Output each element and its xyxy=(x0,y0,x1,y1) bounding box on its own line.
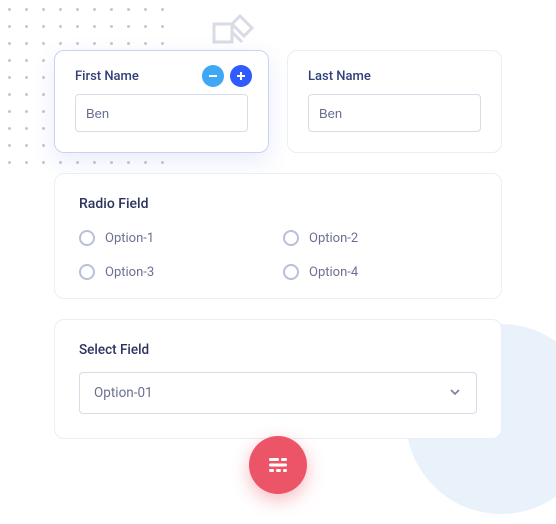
add-field-button[interactable] xyxy=(230,65,252,87)
radio-field-card: Radio Field Option-1 Option-2 Option-3 O… xyxy=(54,173,502,299)
select-value: Option-01 xyxy=(94,385,153,401)
form-fab-button[interactable] xyxy=(249,436,307,494)
radio-option-label: Option-1 xyxy=(105,231,154,246)
select-field-title: Select Field xyxy=(79,342,477,358)
radio-circle-icon xyxy=(79,264,95,280)
last-name-card: Last Name xyxy=(287,50,502,153)
radio-circle-icon xyxy=(283,264,299,280)
plus-icon xyxy=(236,71,246,81)
radio-option-label: Option-3 xyxy=(105,265,154,280)
radio-field-title: Radio Field xyxy=(79,196,477,212)
radio-option-3[interactable]: Option-3 xyxy=(79,264,273,280)
last-name-input[interactable] xyxy=(308,94,481,132)
chevron-down-icon xyxy=(448,384,462,403)
last-name-label: Last Name xyxy=(308,69,481,84)
remove-field-button[interactable] xyxy=(202,65,224,87)
form-layout-icon xyxy=(265,452,291,478)
select-dropdown[interactable]: Option-01 xyxy=(79,372,477,414)
radio-option-4[interactable]: Option-4 xyxy=(283,264,477,280)
radio-option-label: Option-4 xyxy=(309,265,358,280)
radio-option-2[interactable]: Option-2 xyxy=(283,230,477,246)
first-name-input[interactable] xyxy=(75,94,248,132)
radio-option-label: Option-2 xyxy=(309,231,358,246)
first-name-card: First Name xyxy=(54,50,269,153)
minus-icon xyxy=(208,71,218,81)
radio-circle-icon xyxy=(79,230,95,246)
radio-circle-icon xyxy=(283,230,299,246)
select-field-card: Select Field Option-01 xyxy=(54,319,502,439)
radio-option-1[interactable]: Option-1 xyxy=(79,230,273,246)
